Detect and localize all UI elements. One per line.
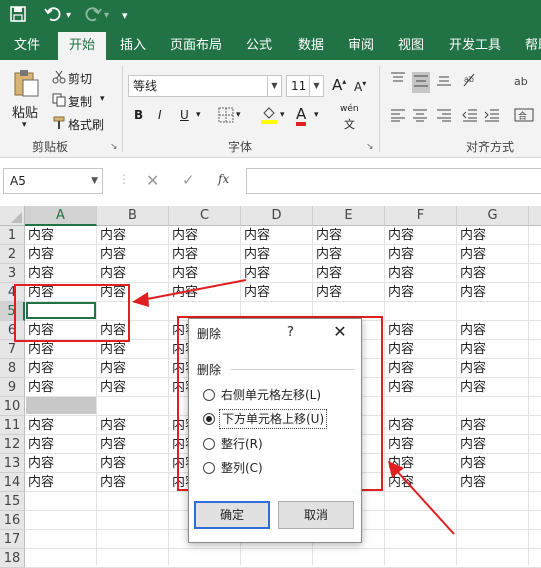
- arrow-line: [141, 279, 247, 301]
- arrow-head: [132, 292, 149, 307]
- arrow-line: [395, 469, 455, 535]
- annotation-arrows: [132, 279, 455, 535]
